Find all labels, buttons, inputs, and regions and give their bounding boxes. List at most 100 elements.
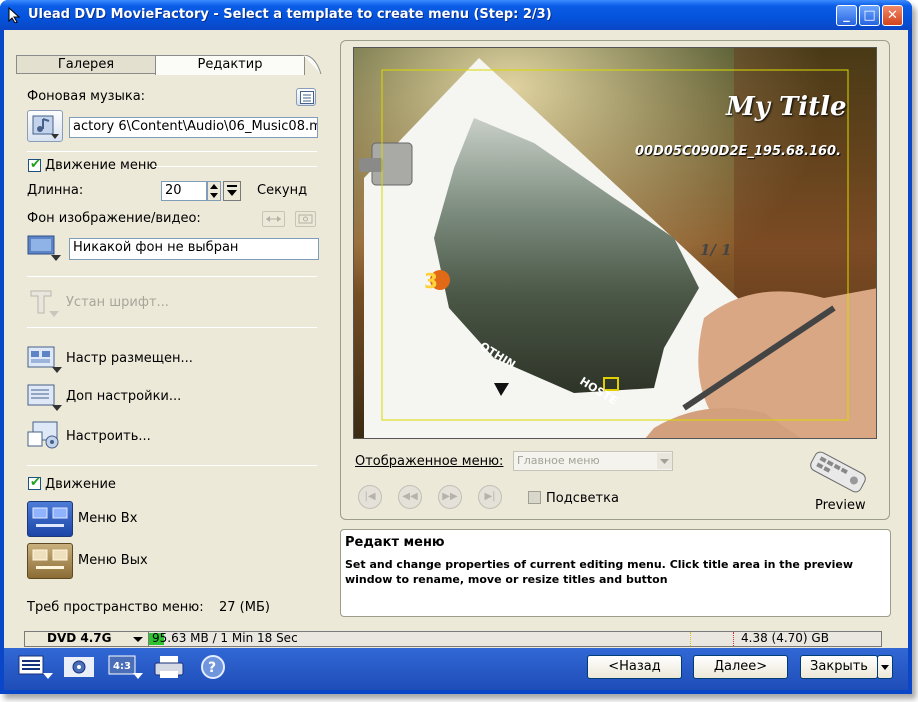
monitor-icon — [27, 235, 61, 261]
spinner-arrows-icon — [210, 184, 218, 198]
divider — [27, 465, 317, 466]
background-field[interactable]: Никакой фон не выбран — [69, 238, 319, 260]
background-options-button[interactable] — [295, 211, 316, 227]
menu-out-button[interactable] — [27, 543, 73, 579]
title-bar[interactable]: Ulead DVD MovieFactory - Select a templa… — [0, 0, 912, 30]
disc-type-value: DVD 4.7G — [47, 631, 112, 645]
minimize-icon: _ — [843, 8, 850, 23]
tab-edit[interactable]: Редактир — [155, 55, 305, 75]
preview-canvas[interactable]: 3 OTHIN HOSTE My Title 00D05C090D2E_195.… — [353, 47, 877, 439]
chevron-down-icon — [881, 665, 889, 670]
preview-page-number: 1/ 1 — [700, 241, 732, 259]
motion-checkbox[interactable]: ✔ — [28, 475, 41, 490]
preview-button[interactable] — [802, 450, 874, 500]
font-settings-label: Устан шрифт... — [66, 295, 169, 310]
fit-image-button[interactable] — [262, 211, 285, 227]
fit-icon — [266, 216, 281, 222]
layout-icon — [27, 346, 62, 373]
svg-text:4:3: 4:3 — [113, 661, 131, 672]
displayed-menu-label: Отображенное меню: — [355, 454, 504, 469]
length-spinner[interactable] — [207, 181, 221, 201]
tab-edit-label: Редактир — [197, 57, 263, 72]
motion-label: Движение — [45, 477, 116, 492]
length-dropdown-button[interactable] — [223, 181, 241, 201]
first-menu-button[interactable]: |◀ — [358, 485, 382, 509]
preview-label: Preview — [815, 498, 866, 513]
print-button[interactable] — [152, 654, 188, 680]
background-image-label: Фон изображение/видео: — [27, 211, 201, 226]
highlight-label: Подсветка — [546, 491, 619, 506]
fast-forward-icon: ▶▶ — [442, 491, 458, 502]
help-button[interactable]: ? — [200, 654, 226, 680]
divider — [27, 276, 317, 277]
layout-settings-label[interactable]: Настр размещен... — [66, 351, 193, 366]
previous-button[interactable]: ◀◀ — [398, 485, 422, 509]
menu-motion-label: Движение меню — [45, 158, 158, 173]
remote-control-icon — [810, 451, 866, 493]
help-icon: ? — [201, 655, 225, 679]
menu-in-icon — [32, 507, 68, 527]
skip-start-icon: |◀ — [364, 491, 376, 502]
advanced-settings-label[interactable]: Доп настройки... — [66, 389, 181, 404]
preview-subtitle[interactable]: 00D05C090D2E_195.68.160. — [635, 144, 841, 159]
maximize-button[interactable]: □ — [859, 5, 880, 26]
divider — [27, 327, 317, 328]
music-file-field[interactable]: actory 6\Content\Audio\06_Music08.mpa — [69, 117, 318, 138]
check-icon: ✔ — [30, 475, 41, 490]
music-list-button[interactable] — [296, 88, 316, 106]
customize-label[interactable]: Настроить... — [66, 429, 151, 444]
close-options-dropdown[interactable] — [877, 655, 893, 679]
background-select-button[interactable] — [27, 234, 63, 262]
marker-line — [690, 632, 691, 646]
disc-type-select[interactable]: DVD 4.7G — [25, 631, 149, 646]
menu-in-button[interactable] — [27, 501, 73, 537]
close-app-button[interactable]: Закрыть — [800, 655, 878, 679]
length-input[interactable]: 20 — [161, 181, 207, 201]
menu-out-label: Меню Вых — [78, 553, 148, 568]
music-select-button[interactable] — [27, 110, 63, 142]
highlight-checkbox[interactable] — [528, 491, 541, 504]
skip-end-icon: ▶| — [484, 491, 496, 502]
tab-gallery[interactable]: Галерея — [16, 55, 156, 74]
help-text: Set and change properties of current edi… — [345, 558, 854, 586]
last-menu-button[interactable]: ▶| — [478, 485, 502, 509]
help-panel: Редакт меню Set and change properties of… — [340, 529, 891, 617]
close-button[interactable]: ✕ — [882, 5, 903, 26]
help-title: Редакт меню — [345, 535, 445, 550]
menu-motion-checkbox[interactable]: ✔ — [28, 157, 41, 172]
space-required-value: 27 (МБ) — [219, 600, 270, 615]
settings-list-icon — [27, 384, 62, 411]
advanced-settings-button[interactable] — [27, 382, 63, 412]
next-button-label: Далее> — [713, 659, 768, 674]
capacity-line — [733, 632, 734, 646]
divider — [153, 166, 317, 167]
aspect-ratio-button[interactable]: 4:3 — [108, 654, 144, 680]
background-music-label: Фоновая музыка: — [27, 89, 146, 104]
customize-button[interactable] — [27, 420, 63, 452]
space-required-label: Треб пространство меню: — [27, 600, 204, 615]
music-note-icon — [32, 115, 59, 139]
disc-space-bar: DVD 4.7G 95.63 MB / 1 Min 18 Sec 4.38 (4… — [24, 631, 882, 647]
window-title: Ulead DVD MovieFactory - Select a templa… — [28, 7, 552, 22]
layout-settings-button[interactable] — [27, 344, 63, 374]
divider — [27, 151, 317, 152]
chevron-down-icon — [227, 185, 237, 196]
next-button[interactable]: ▶▶ — [438, 485, 462, 509]
displayed-menu-select[interactable]: Главное меню — [513, 451, 673, 471]
menu-out-icon — [32, 549, 68, 569]
font-settings-button[interactable] — [27, 287, 63, 319]
gear-icon — [64, 657, 94, 677]
preview-title[interactable]: My Title — [726, 92, 847, 122]
preferences-button[interactable] — [62, 654, 98, 680]
close-icon: ✕ — [887, 8, 898, 23]
project-settings-button[interactable] — [18, 654, 54, 680]
next-step-button[interactable]: Далее> — [693, 655, 788, 679]
displayed-menu-value: Главное меню — [517, 454, 600, 467]
font-icon — [30, 290, 59, 317]
minimize-button[interactable]: _ — [836, 5, 857, 26]
printer-icon — [154, 656, 184, 678]
chevron-down-icon — [133, 637, 143, 642]
tab-edge — [302, 54, 323, 75]
displayed-menu-dropdown[interactable] — [657, 453, 672, 469]
back-button[interactable]: <Назад — [587, 655, 682, 679]
